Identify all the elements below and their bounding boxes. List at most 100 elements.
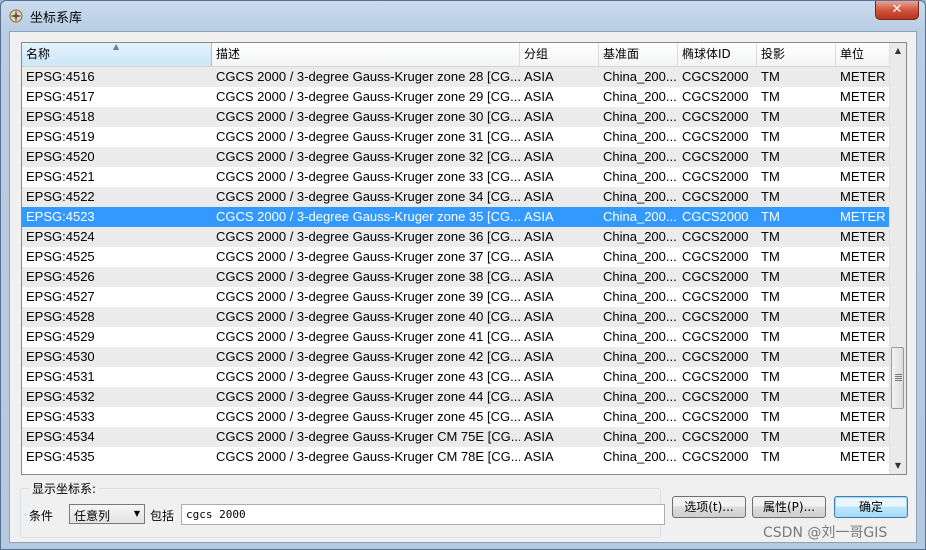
table-row[interactable]: EPSG:4523 CGCS 2000 / 3-degree Gauss-Krug… <box>22 207 891 227</box>
vertical-scrollbar[interactable]: ▲ ▼ <box>889 43 906 474</box>
coordinate-system-library-window: 坐标系库 ✕ ▲ 名称 描述 分组 基准面 椭球体ID 投影 单位 EPSG:4… <box>0 0 926 550</box>
cell-datum: China_200... <box>603 329 677 344</box>
cell-description: CGCS 2000 / 3-degree Gauss-Kruger zone 4… <box>216 309 520 324</box>
cell-datum: China_200... <box>603 189 677 204</box>
table-row[interactable]: EPSG:4531 CGCS 2000 / 3-degree Gauss-Krug… <box>22 367 891 387</box>
cell-description: CGCS 2000 / 3-degree Gauss-Kruger zone 3… <box>216 249 520 264</box>
cell-projection: TM <box>761 69 780 84</box>
cell-group: ASIA <box>524 209 554 224</box>
cell-ellipsoid-id: CGCS2000 <box>682 449 749 464</box>
cell-name: EPSG:4531 <box>26 369 95 384</box>
cell-projection: TM <box>761 229 780 244</box>
cell-projection: TM <box>761 209 780 224</box>
options-button[interactable]: 选项(t)... <box>672 496 746 518</box>
cell-description: CGCS 2000 / 3-degree Gauss-Kruger zone 3… <box>216 109 520 124</box>
cell-group: ASIA <box>524 429 554 444</box>
table-row[interactable]: EPSG:4525 CGCS 2000 / 3-degree Gauss-Krug… <box>22 247 891 267</box>
cell-name: EPSG:4517 <box>26 89 95 104</box>
scrollbar-thumb[interactable] <box>891 347 904 409</box>
cell-name: EPSG:4525 <box>26 249 95 264</box>
table-row[interactable]: EPSG:4530 CGCS 2000 / 3-degree Gauss-Krug… <box>22 347 891 367</box>
cell-description: CGCS 2000 / 3-degree Gauss-Kruger zone 3… <box>216 129 520 144</box>
table-row[interactable]: EPSG:4528 CGCS 2000 / 3-degree Gauss-Krug… <box>22 307 891 327</box>
cell-datum: China_200... <box>603 289 677 304</box>
scroll-down-arrow-icon[interactable]: ▼ <box>890 458 906 474</box>
cell-ellipsoid-id: CGCS2000 <box>682 289 749 304</box>
column-header-description[interactable]: 描述 <box>212 43 520 66</box>
cell-group: ASIA <box>524 449 554 464</box>
title-bar[interactable]: 坐标系库 ✕ <box>1 1 925 31</box>
cell-projection: TM <box>761 129 780 144</box>
condition-label: 条件 <box>29 509 54 523</box>
table-row[interactable]: EPSG:4529 CGCS 2000 / 3-degree Gauss-Krug… <box>22 327 891 347</box>
cell-unit: METER <box>840 69 886 84</box>
table-row[interactable]: EPSG:4534 CGCS 2000 / 3-degree Gauss-Krug… <box>22 427 891 447</box>
table-row[interactable]: EPSG:4517 CGCS 2000 / 3-degree Gauss-Krug… <box>22 87 891 107</box>
table-row[interactable]: EPSG:4516 CGCS 2000 / 3-degree Gauss-Krug… <box>22 67 891 87</box>
column-header-datum[interactable]: 基准面 <box>599 43 678 66</box>
cell-unit: METER <box>840 429 886 444</box>
cell-ellipsoid-id: CGCS2000 <box>682 109 749 124</box>
properties-button[interactable]: 属性(P)... <box>752 496 826 518</box>
cell-group: ASIA <box>524 249 554 264</box>
cell-description: CGCS 2000 / 3-degree Gauss-Kruger zone 2… <box>216 69 520 84</box>
cell-name: EPSG:4516 <box>26 69 95 84</box>
column-header-projection[interactable]: 投影 <box>757 43 836 66</box>
cell-unit: METER <box>840 309 886 324</box>
column-header-name[interactable]: ▲ 名称 <box>22 43 212 66</box>
cell-datum: China_200... <box>603 129 677 144</box>
table-row[interactable]: EPSG:4518 CGCS 2000 / 3-degree Gauss-Krug… <box>22 107 891 127</box>
cell-ellipsoid-id: CGCS2000 <box>682 89 749 104</box>
close-button[interactable]: ✕ <box>875 1 919 20</box>
column-header-unit[interactable]: 单位 <box>836 43 891 66</box>
cell-name: EPSG:4534 <box>26 429 95 444</box>
table-row[interactable]: EPSG:4527 CGCS 2000 / 3-degree Gauss-Krug… <box>22 287 891 307</box>
scroll-up-arrow-icon[interactable]: ▲ <box>890 43 906 59</box>
cell-unit: METER <box>840 389 886 404</box>
cell-projection: TM <box>761 429 780 444</box>
table-row[interactable]: EPSG:4519 CGCS 2000 / 3-degree Gauss-Krug… <box>22 127 891 147</box>
cell-datum: China_200... <box>603 109 677 124</box>
cell-description: CGCS 2000 / 3-degree Gauss-Kruger zone 3… <box>216 229 520 244</box>
table-row[interactable]: EPSG:4520 CGCS 2000 / 3-degree Gauss-Krug… <box>22 147 891 167</box>
cell-ellipsoid-id: CGCS2000 <box>682 409 749 424</box>
search-input[interactable] <box>181 504 665 525</box>
cell-projection: TM <box>761 349 780 364</box>
cell-name: EPSG:4519 <box>26 129 95 144</box>
table-row[interactable]: EPSG:4522 CGCS 2000 / 3-degree Gauss-Krug… <box>22 187 891 207</box>
cell-group: ASIA <box>524 389 554 404</box>
cell-unit: METER <box>840 149 886 164</box>
window-title: 坐标系库 <box>30 11 83 26</box>
cell-description: CGCS 2000 / 3-degree Gauss-Kruger zone 4… <box>216 349 520 364</box>
column-header-ellipsoid-id[interactable]: 椭球体ID <box>678 43 757 66</box>
cell-ellipsoid-id: CGCS2000 <box>682 349 749 364</box>
cell-group: ASIA <box>524 349 554 364</box>
cell-name: EPSG:4532 <box>26 389 95 404</box>
cell-datum: China_200... <box>603 269 677 284</box>
coordinate-system-table: ▲ 名称 描述 分组 基准面 椭球体ID 投影 单位 EPSG:4516 CGCS… <box>21 42 907 475</box>
column-header-group[interactable]: 分组 <box>520 43 599 66</box>
cell-group: ASIA <box>524 329 554 344</box>
cell-unit: METER <box>840 109 886 124</box>
contains-label: 包括 <box>150 509 175 523</box>
watermark: CSDN @刘一哥GIS <box>763 525 888 541</box>
table-row[interactable]: EPSG:4521 CGCS 2000 / 3-degree Gauss-Krug… <box>22 167 891 187</box>
cell-ellipsoid-id: CGCS2000 <box>682 169 749 184</box>
cell-name: EPSG:4521 <box>26 169 95 184</box>
cell-name: EPSG:4523 <box>26 209 95 224</box>
cell-datum: China_200... <box>603 209 677 224</box>
cell-description: CGCS 2000 / 3-degree Gauss-Kruger zone 2… <box>216 89 520 104</box>
cell-group: ASIA <box>524 409 554 424</box>
cell-projection: TM <box>761 269 780 284</box>
table-row[interactable]: EPSG:4533 CGCS 2000 / 3-degree Gauss-Krug… <box>22 407 891 427</box>
condition-dropdown[interactable]: 任意列 ▼ <box>69 504 145 524</box>
cell-unit: METER <box>840 129 886 144</box>
cell-unit: METER <box>840 269 886 284</box>
cell-name: EPSG:4520 <box>26 149 95 164</box>
ok-button[interactable]: 确定 <box>834 496 908 518</box>
table-row[interactable]: EPSG:4526 CGCS 2000 / 3-degree Gauss-Krug… <box>22 267 891 287</box>
cell-name: EPSG:4535 <box>26 449 95 464</box>
table-row[interactable]: EPSG:4524 CGCS 2000 / 3-degree Gauss-Krug… <box>22 227 891 247</box>
table-row[interactable]: EPSG:4532 CGCS 2000 / 3-degree Gauss-Krug… <box>22 387 891 407</box>
table-row[interactable]: EPSG:4535 CGCS 2000 / 3-degree Gauss-Krug… <box>22 447 891 467</box>
